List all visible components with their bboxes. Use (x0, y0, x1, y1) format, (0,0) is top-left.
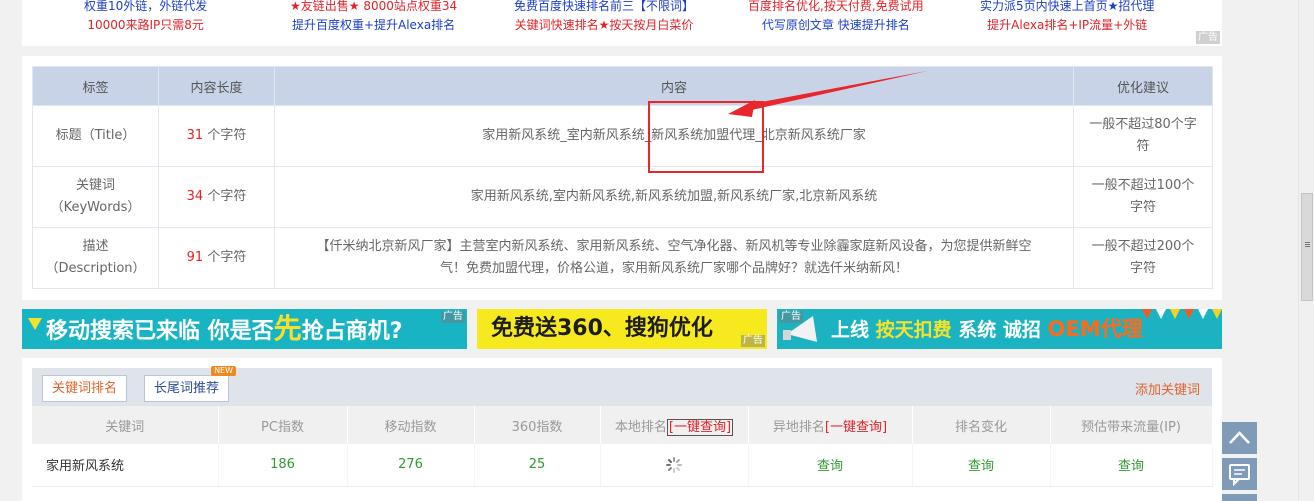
tab-label: 长尾词推荐 (154, 381, 220, 396)
column-header: 本地排名 [一键查询] (600, 406, 749, 444)
column-header: 关键词 (32, 406, 219, 444)
remote-query-all-link[interactable]: [一键查询] (825, 420, 887, 435)
new-badge: NEW (211, 366, 237, 376)
banner-text-c: 系统 诚招 (951, 319, 1048, 341)
bunting-decoration-icon (1142, 309, 1222, 319)
scrollbar-thumb[interactable] (1301, 193, 1313, 301)
add-keyword-link[interactable]: 添加关键词 (1135, 379, 1200, 398)
feedback-button[interactable] (1222, 458, 1257, 490)
arrow-up-icon (1229, 431, 1250, 444)
table-row: 家用新风系统 186 276 25 查询 查询 查询 (32, 444, 1213, 487)
keyword-cell: 家用新风系统 (32, 444, 219, 487)
keyword-table: 关键词 PC指数 移动指数 360指数 本地排名 [一键查询] 异地排名[一键查询… (32, 406, 1213, 487)
local-rank-cell (600, 444, 749, 487)
banner-text-a: 移动搜索已来临 你是否 (46, 319, 274, 344)
traffic-query-link[interactable]: 查询 (1050, 444, 1213, 487)
column-header: PC指数 (218, 406, 348, 444)
banner-text-b: 先 (273, 312, 302, 345)
banner-oem[interactable]: 上线 按天扣费 系统 诚招 OEM代理 广告 (777, 309, 1222, 349)
back-to-top-button[interactable] (1222, 422, 1257, 454)
column-header: 异地排名[一键查询] (748, 406, 913, 444)
column-header-label: 异地排名 (772, 419, 825, 435)
column-header: 排名变化 (912, 406, 1051, 444)
banner-text: 移动搜索已来临 你是否先抢占商机? (46, 309, 402, 349)
index-360-cell: 25 (474, 444, 601, 487)
banner-text-b: 按天扣费 (875, 319, 952, 341)
column-header-label: 本地排名 (614, 419, 667, 435)
rank-change-query-link[interactable]: 查询 (912, 444, 1051, 487)
ad-tag: 广告 (741, 335, 765, 347)
banner-text-a: 上线 (831, 319, 876, 341)
grip-icon (1305, 242, 1310, 243)
tab-longtail-recommend[interactable]: 长尾词推荐 NEW (144, 366, 237, 402)
comment-icon (1229, 464, 1250, 487)
float-tool-button[interactable] (1222, 494, 1257, 501)
vertical-scrollbar[interactable] (1298, 0, 1314, 501)
remote-rank-query-link[interactable]: 查询 (748, 444, 913, 487)
ad-tag: 广告 (779, 311, 803, 323)
banner-text-d: OEM代理 (1047, 317, 1143, 341)
tab-keyword-ranking[interactable]: 关键词排名 (42, 375, 128, 402)
mobile-index-cell: 276 (347, 444, 475, 487)
keyword-panel-header: 关键词排名 长尾词推荐 NEW 添加关键词 (32, 366, 1212, 406)
banner-text: 免费送360、搜狗优化 (491, 316, 713, 341)
loading-spinner-icon (666, 456, 682, 473)
column-header: 360指数 (474, 406, 601, 444)
keyword-ranking-panel: 关键词排名 长尾词推荐 NEW 添加关键词 关键词 PC指数 移动指数 360指数… (22, 358, 1222, 501)
triangle-icon (28, 318, 42, 330)
keyword-header-row: 关键词 PC指数 移动指数 360指数 本地排名 [一键查询] 异地排名[一键查询… (32, 406, 1213, 444)
banner-text-c: 抢占商机? (301, 319, 403, 344)
column-header: 移动指数 (347, 406, 475, 444)
local-query-all-link[interactable]: [一键查询] (666, 418, 734, 436)
banner-text: 上线 按天扣费 系统 诚招 OEM代理 (831, 309, 1143, 349)
column-header: 预估带来流量(IP) (1050, 406, 1213, 444)
pc-index-cell: 186 (218, 444, 348, 487)
banner-mobile-search[interactable]: 移动搜索已来临 你是否先抢占商机? 广告 (22, 309, 467, 349)
ad-tag: 广告 (441, 311, 465, 323)
banner-free-360[interactable]: 免费送360、搜狗优化 广告 (477, 309, 767, 349)
